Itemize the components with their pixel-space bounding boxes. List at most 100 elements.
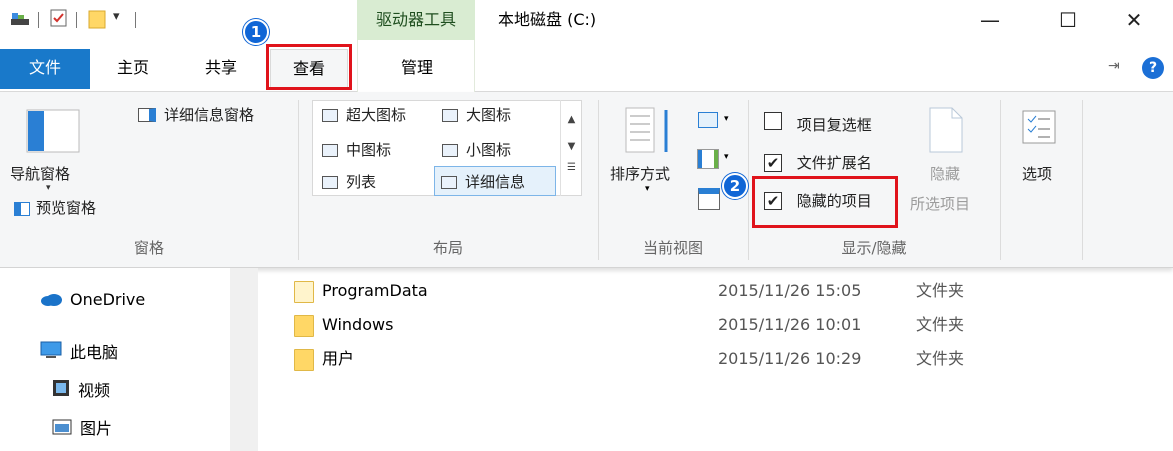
- ribbon-tab-row: [0, 40, 1173, 92]
- extra-large-icons-label: 超大图标: [346, 106, 407, 124]
- add-columns-dropdown-icon[interactable]: ▾: [724, 152, 729, 162]
- step-badge-2: 2: [722, 173, 748, 199]
- close-button[interactable]: ✕: [1106, 0, 1162, 40]
- view-tab-highlight: [266, 44, 352, 90]
- file-extensions-label: 文件扩展名: [796, 154, 872, 172]
- details-pane-label[interactable]: 详细信息窗格: [164, 104, 254, 125]
- options-label[interactable]: 选项: [1022, 163, 1052, 184]
- size-columns-icon[interactable]: [698, 188, 720, 210]
- layout-large-icons[interactable]: 大图标: [436, 100, 511, 130]
- scroll-up-icon[interactable]: ▲: [561, 114, 582, 125]
- nav-item-label: 此电脑: [70, 343, 119, 362]
- pin-ribbon-icon[interactable]: ⇥: [1108, 58, 1120, 74]
- file-extensions-option[interactable]: ✔ 文件扩展名: [764, 152, 872, 173]
- maximize-button[interactable]: ☐: [1040, 0, 1096, 40]
- large-icons-label: 大图标: [466, 106, 512, 124]
- extra-large-icons-icon: [322, 109, 338, 122]
- step-badge-1: 1: [243, 19, 269, 45]
- tab-home[interactable]: 主页: [100, 49, 166, 89]
- item-checkboxes-option[interactable]: 项目复选框: [764, 112, 872, 135]
- file-row[interactable]: Windows 2015/11/26 10:01 文件夹: [294, 308, 994, 342]
- more-layouts-icon[interactable]: ☰: [561, 162, 582, 173]
- nav-item-label: OneDrive: [70, 290, 146, 309]
- show-hide-group-label: 显示/隐藏: [841, 239, 907, 257]
- pictures-icon: [52, 413, 72, 447]
- panes-group-label: 窗格: [133, 239, 164, 257]
- preview-pane-label[interactable]: 预览窗格: [36, 197, 96, 218]
- window-title: 本地磁盘 (C:): [498, 10, 597, 29]
- file-name: 用户: [322, 349, 355, 368]
- file-row[interactable]: 用户 2015/11/26 10:29 文件夹: [294, 342, 994, 376]
- nav-scrollbar[interactable]: [230, 268, 258, 451]
- help-icon[interactable]: ?: [1142, 57, 1164, 79]
- nav-item-onedrive[interactable]: OneDrive: [40, 283, 145, 317]
- file-type: 文件夹: [916, 281, 965, 300]
- folder-icon: [294, 280, 314, 303]
- folder-icon: [294, 314, 314, 337]
- videos-icon: [52, 375, 70, 409]
- large-icons-icon: [442, 109, 458, 122]
- quick-access-toolbar: ▾: [0, 0, 330, 40]
- file-date: 2015/11/26 10:01: [718, 315, 862, 334]
- computer-icon: [40, 337, 62, 371]
- nav-pane-dropdown-icon[interactable]: ▾: [46, 183, 51, 193]
- minimize-button[interactable]: —: [962, 0, 1018, 40]
- file-name: Windows: [322, 315, 394, 334]
- file-date: 2015/11/26 15:05: [718, 281, 862, 300]
- hidden-items-highlight: [752, 176, 898, 228]
- layout-group-label: 布局: [432, 239, 463, 257]
- layout-list[interactable]: 列表: [316, 167, 376, 197]
- properties-icon[interactable]: [50, 9, 68, 27]
- nav-item-this-pc[interactable]: 此电脑: [40, 336, 118, 370]
- list-label: 列表: [346, 173, 377, 191]
- current-view-group-label: 当前视图: [642, 239, 703, 257]
- folder-icon: [294, 348, 314, 371]
- add-columns-icon[interactable]: [697, 149, 719, 169]
- nav-item-label: 图片: [80, 419, 113, 438]
- layout-small-icons[interactable]: 小图标: [436, 135, 511, 165]
- file-type: 文件夹: [916, 315, 965, 334]
- hide-selected-label-1: 隐藏: [930, 165, 961, 183]
- tab-file[interactable]: 文件: [0, 49, 90, 89]
- nav-item-label: 视频: [78, 381, 111, 400]
- medium-icons-icon: [322, 144, 338, 157]
- sort-by-label[interactable]: 排序方式: [610, 163, 670, 184]
- layout-scroll[interactable]: ▲ ▼ ☰: [560, 100, 582, 196]
- group-separator: [1000, 100, 1001, 260]
- layout-medium-icons[interactable]: 中图标: [316, 135, 391, 165]
- group-by-icon[interactable]: [698, 112, 718, 128]
- item-checkboxes-checkbox[interactable]: [764, 112, 782, 130]
- options-icon[interactable]: [1022, 110, 1056, 148]
- file-date: 2015/11/26 10:29: [718, 349, 862, 368]
- drive-icon: [10, 9, 29, 27]
- item-checkboxes-label: 项目复选框: [796, 116, 872, 134]
- navigation-pane-label[interactable]: 导航窗格: [10, 163, 70, 184]
- small-icons-label: 小图标: [466, 141, 512, 159]
- group-by-dropdown-icon[interactable]: ▾: [724, 114, 729, 124]
- preview-pane-icon[interactable]: [14, 202, 30, 216]
- scroll-down-icon[interactable]: ▼: [561, 141, 582, 152]
- file-row[interactable]: ProgramData 2015/11/26 15:05 文件夹: [294, 274, 994, 308]
- list-icon: [322, 176, 338, 189]
- file-extensions-checkbox[interactable]: ✔: [764, 154, 782, 172]
- new-folder-icon[interactable]: [88, 9, 106, 29]
- context-tab-label: 驱动器工具: [375, 10, 456, 29]
- tab-share[interactable]: 共享: [188, 49, 254, 89]
- file-name: ProgramData: [322, 281, 428, 300]
- sort-dropdown-icon[interactable]: ▾: [645, 184, 650, 194]
- sort-by-icon[interactable]: [624, 106, 676, 160]
- details-icon: [441, 176, 457, 189]
- nav-item-videos[interactable]: 视频: [52, 374, 110, 408]
- layout-details[interactable]: 详细信息: [434, 166, 556, 196]
- tab-manage[interactable]: 管理: [378, 49, 456, 89]
- details-label: 详细信息: [465, 173, 526, 191]
- hide-selected-icon: [928, 106, 964, 158]
- group-separator: [1082, 100, 1083, 260]
- layout-extra-large-icons[interactable]: 超大图标: [316, 100, 406, 130]
- customize-qat-icon[interactable]: ▾: [113, 9, 120, 24]
- details-pane-icon[interactable]: [138, 108, 156, 122]
- nav-item-pictures[interactable]: 图片: [52, 412, 112, 446]
- medium-icons-label: 中图标: [346, 141, 392, 159]
- hide-selected-label-2: 所选项目: [910, 195, 971, 213]
- navigation-pane-icon[interactable]: [26, 109, 80, 157]
